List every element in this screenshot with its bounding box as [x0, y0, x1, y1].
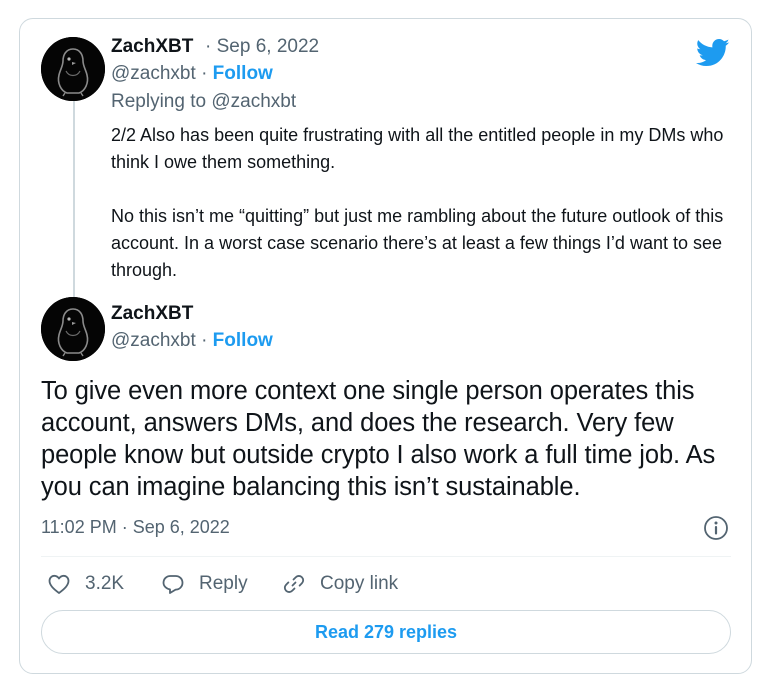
author-name[interactable]: ZachXBT [111, 303, 193, 325]
read-replies-button[interactable]: Read 279 replies [41, 610, 731, 654]
separator: · [201, 63, 208, 84]
penguin-avatar-image [41, 37, 105, 101]
follow-button[interactable]: Follow [213, 63, 273, 84]
author-name[interactable]: ZachXBT [111, 36, 193, 58]
twitter-bird-icon[interactable] [696, 38, 730, 68]
thread-connector-line [73, 101, 75, 305]
like-count: 3.2K [85, 573, 125, 594]
reply-tweet-text: 2/2 Also has been quite frustrating with… [111, 122, 731, 284]
separator: · [205, 36, 212, 57]
main-tweet-text: To give even more context one single per… [41, 377, 716, 501]
tweet-timestamp[interactable]: 11:02 PM · Sep 6, 2022 [41, 517, 230, 538]
avatar[interactable] [41, 297, 105, 361]
handle-line: @zachxbt · Follow [111, 330, 273, 352]
link-icon [283, 575, 305, 593]
copy-link-label: Copy link [320, 573, 399, 594]
divider [41, 556, 731, 557]
avatar[interactable] [41, 37, 105, 101]
reply-button[interactable]: Reply [161, 570, 248, 598]
info-icon[interactable] [703, 515, 729, 541]
reply-label: Reply [199, 573, 248, 594]
replying-to-label: Replying to @zachxbt [111, 91, 297, 112]
penguin-avatar-image [41, 297, 105, 361]
author-handle[interactable]: @zachxbt [111, 330, 196, 351]
copy-link-button[interactable]: Copy link [282, 570, 398, 598]
reply-bubble-icon [162, 575, 184, 594]
separator: · [201, 330, 208, 351]
handle-line: @zachxbt · Follow [111, 63, 273, 85]
reply-paragraph: No this isn’t me “quitting” but just me … [111, 206, 724, 280]
like-button[interactable]: 3.2K [47, 570, 124, 598]
tweet-embed-card: ZachXBT · Sep 6, 2022 @zachxbt · Follow … [19, 18, 752, 674]
reply-paragraph: 2/2 Also has been quite frustrating with… [111, 125, 724, 172]
tweet-date-line: · Sep 6, 2022 [205, 36, 319, 58]
author-handle[interactable]: @zachxbt [111, 63, 196, 84]
follow-button[interactable]: Follow [213, 330, 273, 351]
tweet-date[interactable]: Sep 6, 2022 [217, 36, 319, 57]
heart-icon [48, 574, 70, 594]
